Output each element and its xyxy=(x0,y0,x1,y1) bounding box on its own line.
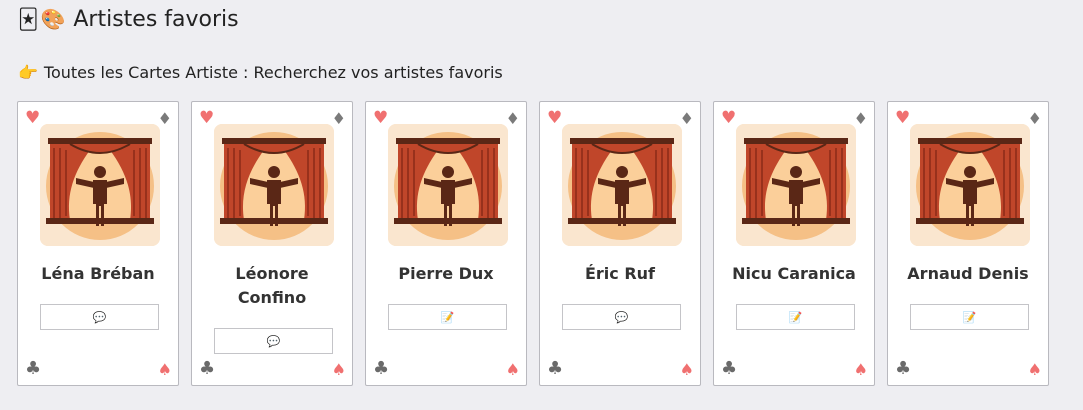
diamond-suit-icon: ♦ xyxy=(157,109,172,128)
artist-card[interactable]: ♥ ♦ Nicu Caranica 📝 ♣ ♠ xyxy=(713,101,875,386)
artist-action-button[interactable]: 📝 xyxy=(910,304,1029,330)
heart-suit-icon: ♥ xyxy=(199,108,215,128)
diamond-suit-icon: ♦ xyxy=(331,109,346,128)
memo-icon: 📝 xyxy=(440,310,455,324)
memo-icon: 📝 xyxy=(962,310,977,324)
artist-card[interactable]: ♥ ♦ Léna Bréban 💬 ♣ ♠ xyxy=(17,101,179,386)
diamond-suit-icon: ♦ xyxy=(505,109,520,128)
spade-suit-icon: ♠ xyxy=(157,360,172,379)
artist-action-button[interactable]: 📝 xyxy=(388,304,507,330)
speech-bubble-icon: 💬 xyxy=(92,310,107,324)
theater-stage-performer-icon xyxy=(214,124,334,246)
club-suit-icon: ♣ xyxy=(373,358,390,379)
artist-name: Éric Ruf xyxy=(584,264,656,283)
spade-suit-icon: ♠ xyxy=(331,360,346,379)
artist-action-button[interactable]: 💬 xyxy=(214,328,333,354)
speech-bubble-icon: 💬 xyxy=(266,334,281,348)
theater-stage-performer-icon xyxy=(910,124,1030,246)
spade-suit-icon: ♠ xyxy=(1027,360,1042,379)
artist-name: Pierre Dux xyxy=(398,264,494,283)
memo-icon: 📝 xyxy=(788,310,803,324)
theater-stage-performer-icon xyxy=(40,124,160,246)
intro-text: Toutes les Cartes Artiste : Recherchez v… xyxy=(43,62,503,82)
club-suit-icon: ♣ xyxy=(547,358,564,379)
club-suit-icon: ♣ xyxy=(721,358,738,379)
artist-name: Nicu Caranica xyxy=(732,264,856,283)
diamond-suit-icon: ♦ xyxy=(679,109,694,128)
pointing-hand-icon: 👉 xyxy=(18,62,38,82)
artist-card[interactable]: ♥ ♦ Pierre Dux 📝 ♣ ♠ xyxy=(365,101,527,386)
club-suit-icon: ♣ xyxy=(199,358,216,379)
heart-suit-icon: ♥ xyxy=(721,108,737,128)
speech-bubble-icon: 💬 xyxy=(614,310,629,324)
page-title: 🃏 🎨 Artistes favoris xyxy=(18,4,239,34)
heart-suit-icon: ♥ xyxy=(547,108,563,128)
palette-icon: 🎨 xyxy=(40,7,66,31)
diamond-suit-icon: ♦ xyxy=(1027,109,1042,128)
spade-suit-icon: ♠ xyxy=(505,360,520,379)
heart-suit-icon: ♥ xyxy=(25,108,41,128)
artist-name: Arnaud Denis xyxy=(907,264,1029,283)
artist-name: Léna Bréban xyxy=(41,264,155,283)
spade-suit-icon: ♠ xyxy=(679,360,694,379)
club-suit-icon: ♣ xyxy=(25,358,42,379)
artist-action-button[interactable]: 💬 xyxy=(562,304,681,330)
artist-action-button[interactable]: 💬 xyxy=(40,304,159,330)
jester-icon: 🃏 xyxy=(18,7,39,31)
artist-card-list: ♥ ♦ Léna Bréban 💬 ♣ ♠ ♥ ♦ Léonore Confin… xyxy=(17,101,1049,386)
artist-card[interactable]: ♥ ♦ Éric Ruf 💬 ♣ ♠ xyxy=(539,101,701,386)
artist-card[interactable]: ♥ ♦ Léonore Confino 💬 ♣ ♠ xyxy=(191,101,353,386)
page-title-text: Artistes favoris xyxy=(73,6,239,32)
artist-action-button[interactable]: 📝 xyxy=(736,304,855,330)
artist-name: Léonore Confino xyxy=(235,264,309,307)
artist-card[interactable]: ♥ ♦ Arnaud Denis 📝 ♣ ♠ xyxy=(887,101,1049,386)
theater-stage-performer-icon xyxy=(562,124,682,246)
intro-line: 👉 Toutes les Cartes Artiste : Recherchez… xyxy=(18,60,503,84)
spade-suit-icon: ♠ xyxy=(853,360,868,379)
heart-suit-icon: ♥ xyxy=(895,108,911,128)
theater-stage-performer-icon xyxy=(388,124,508,246)
club-suit-icon: ♣ xyxy=(895,358,912,379)
heart-suit-icon: ♥ xyxy=(373,108,389,128)
theater-stage-performer-icon xyxy=(736,124,856,246)
diamond-suit-icon: ♦ xyxy=(853,109,868,128)
